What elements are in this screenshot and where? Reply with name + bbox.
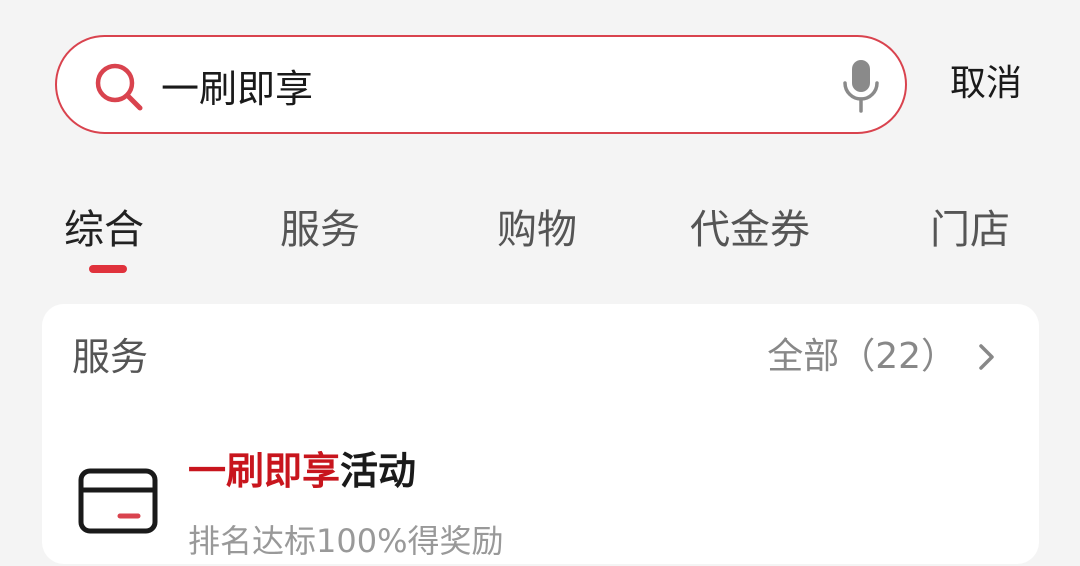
tab-vouchers[interactable]: 代金券	[690, 200, 810, 260]
search-bar-row: 取消	[0, 0, 1080, 170]
search-icon	[95, 63, 143, 111]
search-input[interactable]	[161, 53, 801, 117]
services-section-card: 服务 全部（22） 一刷即享活动 排名达标100%得奖励	[42, 304, 1039, 564]
view-all-services-button[interactable]: 全部（22）	[767, 332, 999, 382]
item-subtitle: 排名达标100%得奖励	[188, 522, 504, 560]
category-tabs: 综合 服务 购物 代金券 门店	[0, 190, 1080, 280]
active-tab-indicator	[89, 265, 127, 273]
microphone-icon[interactable]	[837, 57, 885, 115]
item-title-highlight: 一刷即享	[188, 449, 341, 493]
view-all-label: 全部（22）	[767, 336, 957, 377]
tab-comprehensive[interactable]: 综合	[64, 200, 144, 260]
cancel-button[interactable]: 取消	[950, 58, 1022, 110]
section-title: 服务	[72, 335, 149, 379]
item-title-rest: 活动	[340, 449, 417, 493]
chevron-right-icon	[979, 344, 994, 370]
list-item[interactable]: 一刷即享活动 排名达标100%得奖励	[42, 424, 1039, 564]
tab-services[interactable]: 服务	[280, 200, 360, 260]
search-box[interactable]	[55, 35, 907, 134]
item-title: 一刷即享活动	[188, 444, 416, 498]
tab-stores[interactable]: 门店	[930, 200, 1010, 260]
card-icon	[78, 468, 158, 534]
tab-shopping[interactable]: 购物	[497, 200, 577, 260]
